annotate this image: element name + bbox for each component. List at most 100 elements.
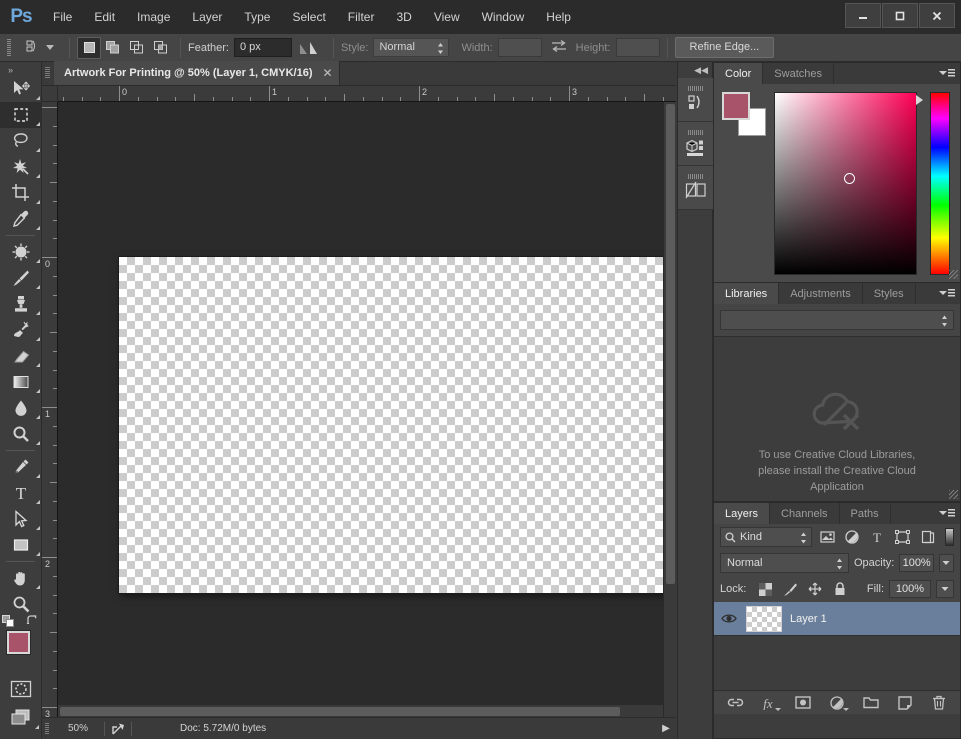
- tab-libraries[interactable]: Libraries: [714, 283, 779, 304]
- share-on-behance-icon[interactable]: [105, 722, 131, 736]
- eyedropper-tool[interactable]: [0, 206, 42, 232]
- filter-type-layers-icon[interactable]: T: [867, 527, 887, 547]
- menu-item-type[interactable]: Type: [233, 0, 281, 34]
- swap-colors-icon[interactable]: [26, 615, 38, 627]
- delete-layer-icon[interactable]: [930, 694, 948, 712]
- horizontal-type-tool[interactable]: T: [0, 480, 42, 506]
- menu-item-edit[interactable]: Edit: [83, 0, 126, 34]
- new-group-icon[interactable]: [862, 694, 880, 712]
- menu-item-view[interactable]: View: [423, 0, 471, 34]
- brush-tool[interactable]: [0, 265, 42, 291]
- screen-mode-button[interactable]: [0, 703, 42, 731]
- quick-selection-tool[interactable]: [0, 154, 42, 180]
- lasso-tool[interactable]: [0, 128, 42, 154]
- status-bar-grip[interactable]: [42, 718, 52, 739]
- filter-pixel-layers-icon[interactable]: [817, 527, 837, 547]
- layers-panel-menu-icon[interactable]: [939, 507, 955, 519]
- document-tab-grip[interactable]: [42, 61, 54, 85]
- subtract-from-selection-button[interactable]: [125, 37, 149, 59]
- menu-item-file[interactable]: File: [42, 0, 83, 34]
- tool-preset-picker-icon[interactable]: [18, 37, 44, 59]
- status-bar-menu-arrow-icon[interactable]: ▶: [656, 723, 676, 734]
- layer-mask-icon[interactable]: [794, 694, 812, 712]
- tab-color[interactable]: Color: [714, 63, 763, 84]
- document-tab-close-icon[interactable]: ✕: [323, 67, 333, 79]
- tab-swatches[interactable]: Swatches: [763, 63, 834, 84]
- style-select[interactable]: Normal: [373, 38, 449, 57]
- menu-item-help[interactable]: Help: [535, 0, 582, 34]
- properties-panel-icon[interactable]: [678, 122, 714, 166]
- layer-style-icon[interactable]: fx: [760, 694, 778, 712]
- lock-transparent-pixels-icon[interactable]: [755, 580, 775, 598]
- document-tab[interactable]: Artwork For Printing @ 50% (Layer 1, CMY…: [54, 61, 340, 85]
- horizontal-scroll-thumb[interactable]: [60, 707, 620, 716]
- clone-stamp-tool[interactable]: [0, 291, 42, 317]
- rectangular-marquee-tool[interactable]: [0, 102, 42, 128]
- layer-filter-kind-select[interactable]: Kind: [720, 527, 812, 547]
- crop-tool[interactable]: [0, 180, 42, 206]
- swap-width-height-icon[interactable]: [551, 39, 567, 56]
- toolbar-collapse-handle[interactable]: »: [0, 62, 41, 76]
- new-layer-icon[interactable]: [896, 694, 914, 712]
- menu-item-image[interactable]: Image: [126, 0, 181, 34]
- filter-shape-layers-icon[interactable]: [892, 527, 912, 547]
- move-tool[interactable]: [0, 76, 42, 102]
- ruler-corner[interactable]: [42, 86, 58, 102]
- options-bar-grip[interactable]: [4, 38, 14, 58]
- tab-styles[interactable]: Styles: [863, 283, 916, 304]
- canvas-horizontal-scrollbar[interactable]: [58, 704, 663, 717]
- vertical-ruler[interactable]: 0123: [42, 102, 58, 717]
- close-button[interactable]: [919, 3, 955, 28]
- layer-row-layer-1[interactable]: Layer 1: [714, 602, 960, 636]
- spot-healing-brush-tool[interactable]: [0, 239, 42, 265]
- color-panel-resize-grip[interactable]: [949, 270, 958, 279]
- hue-slider[interactable]: [930, 92, 950, 275]
- history-panel-icon[interactable]: [678, 78, 714, 122]
- link-layers-icon[interactable]: [726, 694, 744, 712]
- layer-thumbnail[interactable]: [746, 606, 782, 632]
- lock-all-icon[interactable]: [830, 580, 850, 598]
- menu-item-select[interactable]: Select: [281, 0, 336, 34]
- width-input[interactable]: [498, 38, 542, 57]
- opacity-slider-caret-icon[interactable]: [939, 554, 954, 572]
- new-fill-adjustment-layer-icon[interactable]: [828, 694, 846, 712]
- opacity-value[interactable]: 100%: [899, 554, 934, 572]
- libraries-panel-resize-grip[interactable]: [949, 490, 958, 499]
- eraser-tool[interactable]: [0, 343, 42, 369]
- rectangle-tool[interactable]: [0, 532, 42, 558]
- maximize-button[interactable]: [882, 3, 918, 28]
- lock-image-pixels-icon[interactable]: [780, 580, 800, 598]
- layer-name[interactable]: Layer 1: [790, 613, 827, 625]
- horizontal-ruler[interactable]: 0123: [58, 86, 676, 102]
- paths-panel-icon[interactable]: [678, 166, 714, 210]
- refine-edge-button[interactable]: Refine Edge...: [675, 37, 775, 58]
- tab-paths[interactable]: Paths: [840, 503, 891, 524]
- libraries-panel-menu-icon[interactable]: [939, 287, 955, 299]
- filter-enable-toggle[interactable]: [945, 528, 954, 546]
- lock-position-icon[interactable]: [805, 580, 825, 598]
- layer-visibility-eye-icon[interactable]: [720, 613, 738, 624]
- dock-collapse-button[interactable]: ◀◀: [678, 62, 712, 78]
- layers-list[interactable]: Layer 1: [714, 602, 960, 690]
- tab-layers[interactable]: Layers: [714, 503, 770, 524]
- zoom-tool[interactable]: [0, 591, 42, 617]
- menu-item-3d[interactable]: 3D: [385, 0, 422, 34]
- vertical-scroll-thumb[interactable]: [666, 104, 675, 584]
- color-panel-menu-icon[interactable]: [939, 67, 955, 79]
- tab-channels[interactable]: Channels: [770, 503, 839, 524]
- height-input[interactable]: [616, 38, 660, 57]
- blur-tool[interactable]: [0, 395, 42, 421]
- artboard-transparent-layer[interactable]: [119, 257, 676, 593]
- menu-item-filter[interactable]: Filter: [337, 0, 386, 34]
- blend-mode-select[interactable]: Normal: [720, 553, 849, 573]
- fill-value[interactable]: 100%: [889, 580, 931, 598]
- tool-preset-caret-icon[interactable]: [46, 45, 54, 50]
- color-panel-foreground-swatch[interactable]: [722, 92, 750, 120]
- tab-adjustments[interactable]: Adjustments: [779, 283, 863, 304]
- fill-slider-caret-icon[interactable]: [936, 580, 954, 598]
- minimize-button[interactable]: [845, 3, 881, 28]
- canvas-vertical-scrollbar[interactable]: [663, 102, 676, 717]
- intersect-with-selection-button[interactable]: [149, 37, 173, 59]
- history-brush-tool[interactable]: [0, 317, 42, 343]
- library-select[interactable]: [720, 310, 954, 330]
